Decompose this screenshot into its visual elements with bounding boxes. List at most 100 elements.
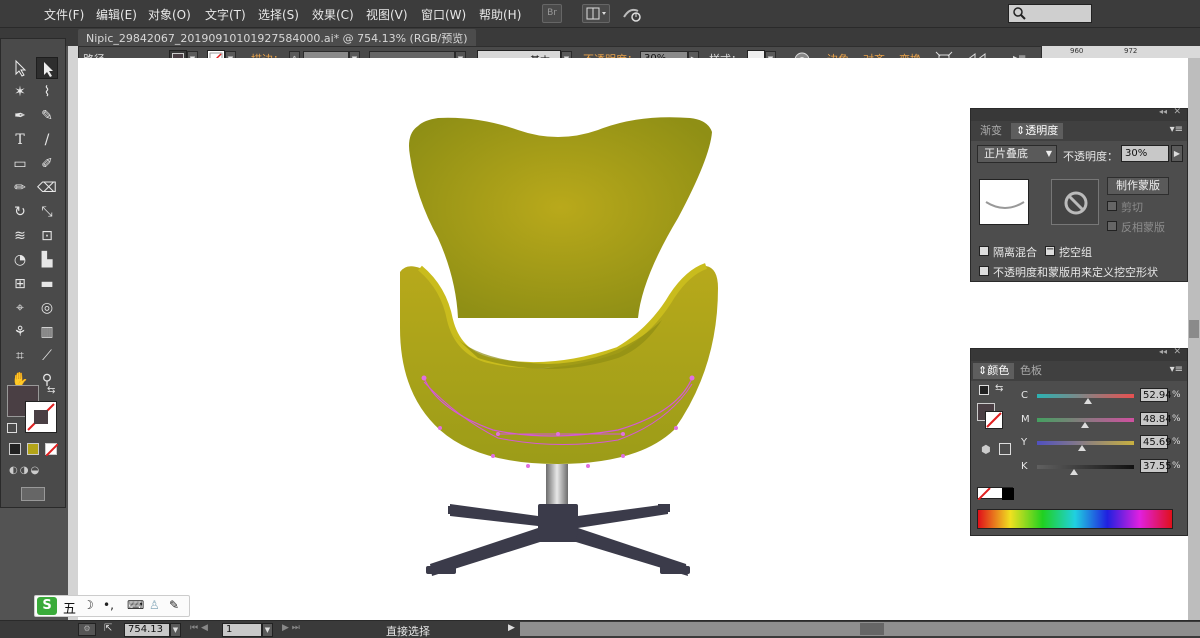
free-transform-tool-icon[interactable]: ⊡: [36, 225, 58, 247]
close-icon[interactable]: ✕: [1173, 107, 1181, 117]
opacity-mask-knockout-checkbox[interactable]: [979, 266, 989, 276]
channel-value-y[interactable]: 45.69: [1140, 435, 1172, 449]
search-input[interactable]: [1008, 4, 1092, 23]
slice-tool-icon[interactable]: ⟋: [36, 345, 58, 367]
zoom-dropdown[interactable]: ▼: [170, 623, 181, 637]
column-graph-tool-icon[interactable]: ▥: [36, 321, 58, 343]
rotate-tool-icon[interactable]: ↻: [9, 201, 31, 223]
document-tab[interactable]: Nipic_29842067_20190910101927584000.ai* …: [78, 29, 476, 46]
channel-thumb-m[interactable]: [1080, 422, 1089, 428]
panel-menu-icon[interactable]: ▾≡: [1170, 364, 1183, 375]
ime-punct[interactable]: •,: [103, 598, 114, 612]
clip-checkbox[interactable]: [1107, 201, 1117, 211]
knockout-group-checkbox[interactable]: −: [1045, 245, 1055, 256]
menu-window[interactable]: 窗口(W): [421, 6, 466, 23]
perspective-grid-tool-icon[interactable]: ▙: [36, 249, 58, 271]
gradient-tool-icon[interactable]: ▬: [36, 273, 58, 295]
channel-value-m[interactable]: 48.84: [1140, 412, 1172, 426]
width-tool-icon[interactable]: ≋: [9, 225, 31, 247]
stroke-color-swatch[interactable]: [25, 401, 57, 433]
tab-gradient[interactable]: 渐变: [975, 123, 1007, 139]
ime-mode-label[interactable]: 五: [63, 598, 76, 617]
half-width-icon[interactable]: ☽: [83, 598, 94, 612]
next-artboard-icon[interactable]: ▶ ⏭: [282, 623, 300, 633]
close-icon[interactable]: ✕: [1173, 347, 1181, 357]
scroll-thumb[interactable]: [1189, 320, 1199, 338]
channel-value-c[interactable]: 52.94: [1140, 388, 1172, 402]
menu-file[interactable]: 文件(F): [44, 6, 84, 23]
shape-builder-tool-icon[interactable]: ◔: [9, 249, 31, 271]
menu-view[interactable]: 视图(V): [366, 6, 408, 23]
screen-mode-icon[interactable]: [21, 487, 45, 501]
horizontal-scrollbar[interactable]: [520, 622, 1200, 636]
selection-tool-icon[interactable]: [9, 57, 31, 79]
collapse-icon[interactable]: ◂◂: [1159, 347, 1167, 356]
curvature-tool-icon[interactable]: ✎: [36, 105, 58, 127]
line-tool-icon[interactable]: /: [36, 129, 58, 151]
paintbrush-tool-icon[interactable]: ✐: [36, 153, 58, 175]
eraser-tool-icon[interactable]: ⌫: [36, 177, 58, 199]
color-stroke-proxy[interactable]: [985, 411, 1003, 429]
object-thumbnail[interactable]: [979, 179, 1029, 225]
gpu-performance-icon[interactable]: [622, 5, 646, 23]
gpu-status-icon[interactable]: ⚙: [78, 623, 96, 636]
swap-colors-icon[interactable]: ⇆: [995, 383, 1003, 394]
menu-edit[interactable]: 编辑(E): [96, 6, 137, 23]
first-artboard-icon[interactable]: ⏮ ◀: [190, 623, 208, 633]
drawing-modes-icon[interactable]: ◐◑◒: [9, 465, 57, 479]
make-mask-button[interactable]: 制作蒙版: [1107, 177, 1169, 195]
channel-slider-k[interactable]: [1037, 465, 1134, 469]
menu-select[interactable]: 选择(S): [258, 6, 299, 23]
pen-tool-icon[interactable]: ✒: [9, 105, 31, 127]
lasso-tool-icon[interactable]: ⌇: [36, 81, 58, 103]
menu-help[interactable]: 帮助(H): [479, 6, 521, 23]
artboard-field[interactable]: 1: [222, 623, 262, 637]
status-menu-arrow[interactable]: ▶: [508, 623, 515, 633]
none-white-black-swatches[interactable]: [977, 487, 1014, 501]
channel-thumb-k[interactable]: [1069, 469, 1078, 475]
mesh-tool-icon[interactable]: ⊞: [9, 273, 31, 295]
user-icon[interactable]: ♙: [149, 598, 160, 612]
web-safe-icon[interactable]: [999, 443, 1011, 455]
vertical-scrollbar[interactable]: [1188, 58, 1200, 620]
panel-menu-icon[interactable]: ▾≡: [1170, 124, 1183, 135]
channel-thumb-c[interactable]: [1084, 398, 1093, 404]
rectangle-tool-icon[interactable]: ▭: [9, 153, 31, 175]
arrange-documents-icon[interactable]: [582, 4, 610, 23]
sogou-logo-icon[interactable]: S: [37, 597, 57, 615]
out-of-gamut-icon[interactable]: ⬢: [981, 443, 991, 456]
symbol-sprayer-tool-icon[interactable]: ⚘: [9, 321, 31, 343]
scale-tool-icon[interactable]: ⤡: [36, 201, 58, 223]
menu-type[interactable]: 文字(T): [205, 6, 246, 23]
bridge-button[interactable]: Br: [542, 4, 562, 23]
tab-swatches[interactable]: 色板: [1015, 363, 1047, 379]
pencil-tool-icon[interactable]: ✏: [9, 177, 31, 199]
default-fill-stroke-icon[interactable]: [979, 385, 989, 395]
artboard-dropdown[interactable]: ▼: [262, 623, 273, 637]
channel-thumb-y[interactable]: [1077, 445, 1086, 451]
share-icon[interactable]: ⇱: [104, 623, 118, 636]
direct-selection-tool-icon[interactable]: [36, 57, 58, 79]
keyboard-icon[interactable]: ⌨: [127, 598, 144, 612]
magic-wand-tool-icon[interactable]: ✶: [9, 81, 31, 103]
opacity-slider-toggle[interactable]: ▶: [1171, 145, 1183, 162]
swap-fill-stroke-icon[interactable]: ⇆: [47, 385, 59, 397]
invert-mask-checkbox[interactable]: [1107, 221, 1117, 231]
wrench-icon[interactable]: ✎: [169, 598, 179, 612]
menu-object[interactable]: 对象(O): [148, 6, 191, 23]
color-spectrum[interactable]: [977, 509, 1173, 529]
channel-value-k[interactable]: 37.55: [1140, 459, 1172, 473]
default-colors-icon[interactable]: [7, 423, 17, 433]
opacity-input[interactable]: 30%: [1121, 145, 1169, 162]
menu-effect[interactable]: 效果(C): [312, 6, 354, 23]
mask-thumbnail[interactable]: [1051, 179, 1099, 225]
eyedropper-tool-icon[interactable]: ⌖: [9, 297, 31, 319]
none-mode-icon[interactable]: [45, 443, 59, 457]
gradient-mode-icon[interactable]: [27, 443, 39, 455]
blend-mode-select[interactable]: 正片叠底 ▼: [977, 145, 1057, 163]
blend-tool-icon[interactable]: ◎: [36, 297, 58, 319]
collapse-icon[interactable]: ◂◂: [1159, 107, 1167, 116]
tab-transparency[interactable]: ⇕透明度: [1011, 123, 1064, 139]
type-tool-icon[interactable]: T: [9, 129, 31, 151]
scroll-thumb[interactable]: [860, 623, 884, 635]
